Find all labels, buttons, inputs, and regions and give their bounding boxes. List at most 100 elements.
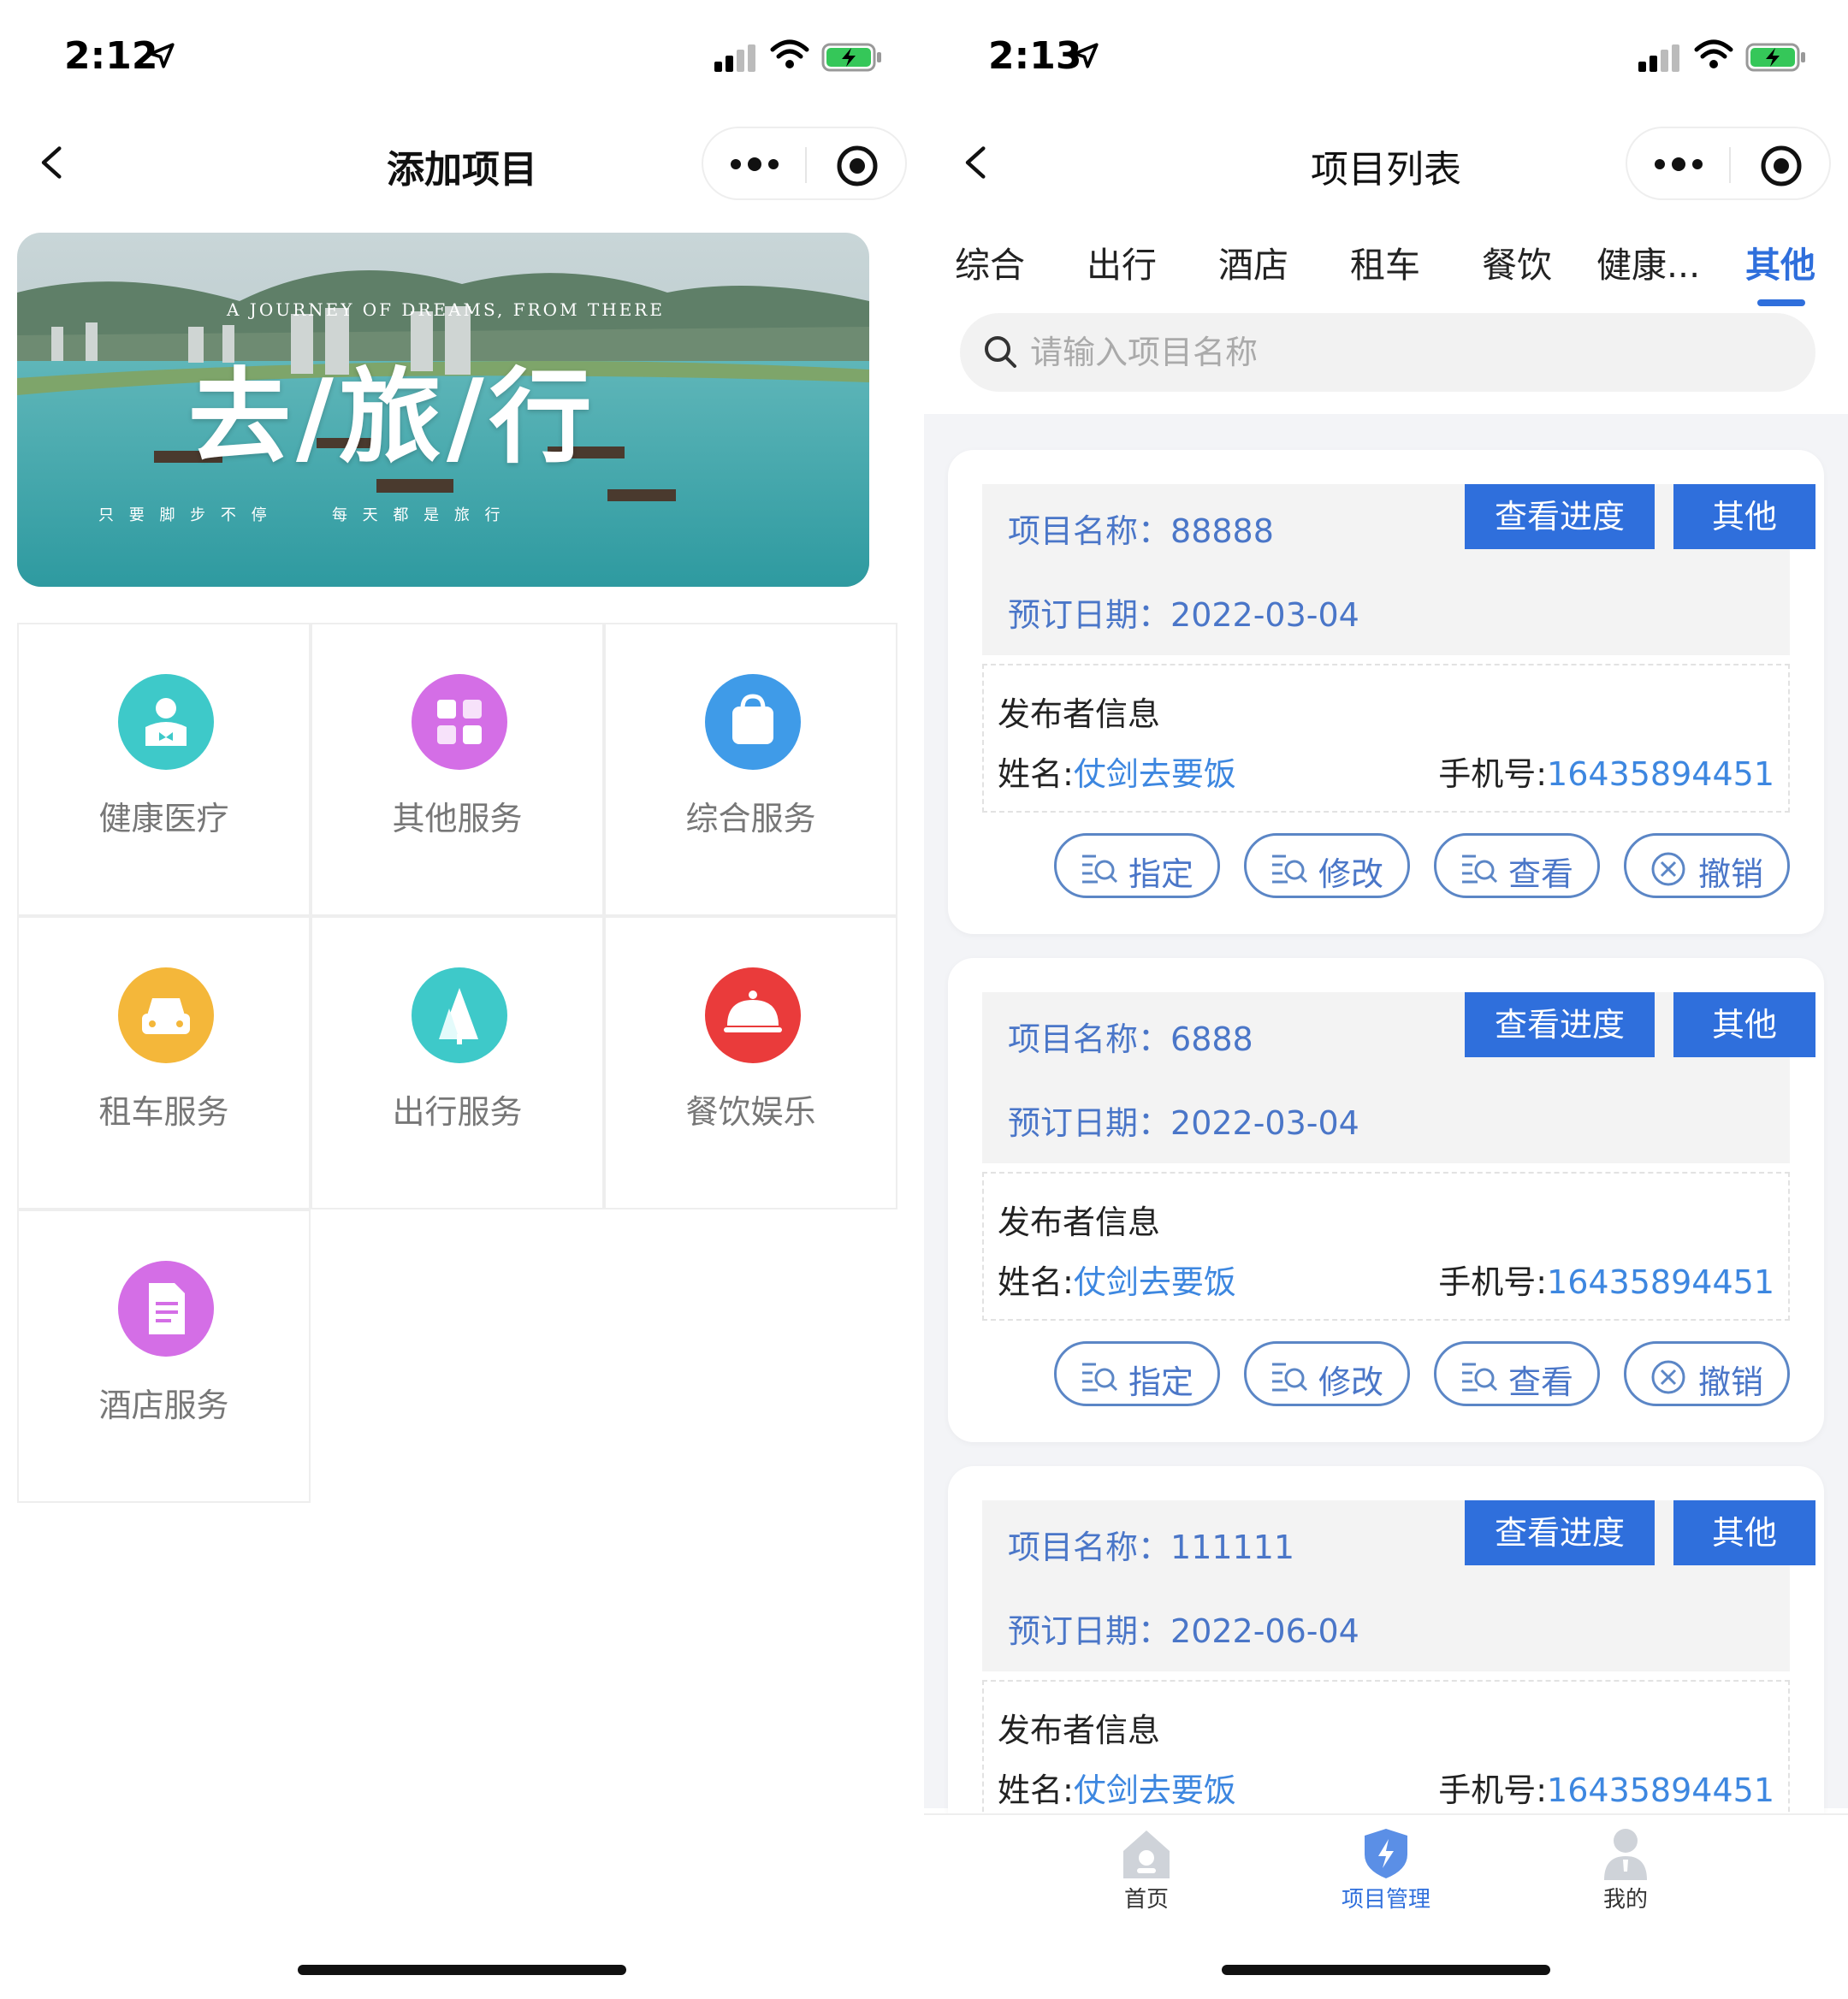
project-name-value: 111111	[1170, 1529, 1295, 1566]
edit-button[interactable]: 修改	[1244, 1341, 1410, 1406]
project-header: 项目名称：111111 预订日期：2022-06-04 查看进度 其他	[982, 1500, 1815, 1671]
other-button[interactable]: 其他	[1673, 992, 1815, 1057]
booking-date-label: 预订日期：	[1008, 1104, 1171, 1142]
tabbar-mine[interactable]: 我的	[1540, 1820, 1711, 1913]
assign-button[interactable]: 指定	[1054, 1341, 1220, 1406]
tab-hotel[interactable]: 酒店	[1218, 236, 1288, 287]
wifi-icon	[1694, 39, 1733, 68]
view-progress-button[interactable]: 查看进度	[1465, 992, 1655, 1057]
service-car-rental[interactable]: 租车服务	[17, 916, 311, 1209]
service-health[interactable]: 健康医疗	[17, 623, 311, 916]
booking-date-value: 2022-03-04	[1170, 596, 1359, 634]
project-name-value: 6888	[1170, 1020, 1253, 1058]
project-card: 项目名称：88888 预订日期：2022-03-04 查看进度 其他 发布者信息…	[948, 450, 1824, 934]
publisher-phone-label: 手机号:	[1438, 1263, 1548, 1301]
tab-general[interactable]: 综合	[955, 236, 1025, 287]
publisher-name: 姓名:仗剑去要饭	[998, 1256, 1236, 1303]
signal-icon	[714, 44, 755, 72]
home-icon	[1123, 1830, 1170, 1878]
service-dining[interactable]: 餐饮娱乐	[604, 916, 897, 1209]
service-label: 其他服务	[392, 800, 523, 837]
publisher-name: 姓名:仗剑去要饭	[998, 1764, 1236, 1811]
view-progress-button[interactable]: 查看进度	[1465, 484, 1655, 549]
travel-banner[interactable]: A JOURNEY OF DREAMS, FROM THERE 去/旅/行 只 …	[17, 233, 869, 587]
publisher-phone: 手机号:16435894451	[1438, 1764, 1774, 1811]
other-button[interactable]: 其他	[1673, 1500, 1815, 1565]
service-label: 出行服务	[392, 1093, 523, 1131]
edit-button[interactable]: 修改	[1244, 833, 1410, 898]
project-name-label: 项目名称：	[1008, 1020, 1171, 1058]
project-header: 项目名称：88888 预订日期：2022-03-04 查看进度 其他	[982, 484, 1815, 655]
active-tab-indicator	[1757, 299, 1805, 306]
project-name-label: 项目名称：	[1008, 512, 1171, 550]
booking-date: 预订日期：2022-03-04	[1008, 1097, 1359, 1144]
tab-other[interactable]: 其他	[1745, 236, 1815, 287]
publisher-info: 发布者信息 姓名:仗剑去要饭 手机号:16435894451	[982, 664, 1790, 813]
publisher-phone-label: 手机号:	[1438, 1771, 1548, 1809]
car-icon	[118, 967, 214, 1063]
grid-icon	[412, 674, 507, 770]
publisher-name-label: 姓名:	[998, 755, 1074, 793]
close-miniprogram-icon[interactable]	[1759, 144, 1804, 188]
cancel-circle-icon	[1651, 852, 1685, 886]
search-bar	[960, 313, 1815, 392]
service-general[interactable]: 综合服务	[604, 623, 897, 916]
revoke-label: 撤销	[1698, 1363, 1764, 1401]
service-travel[interactable]: 出行服务	[311, 916, 604, 1209]
booking-date-label: 预订日期：	[1008, 1612, 1171, 1650]
tab-car-rental[interactable]: 租车	[1350, 236, 1420, 287]
publisher-phone-value: 16435894451	[1547, 755, 1774, 793]
more-icon[interactable]	[729, 149, 780, 180]
project-name: 项目名称：6888	[1008, 1013, 1253, 1060]
location-arrow-icon	[149, 43, 175, 68]
card-actions: 指定 修改 查看 撤销	[948, 833, 1824, 898]
view-label: 查看	[1508, 1363, 1574, 1401]
home-indicator[interactable]	[298, 1965, 626, 1975]
card-actions: 指定 修改 查看 撤销	[948, 1341, 1824, 1406]
tab-travel[interactable]: 出行	[1087, 236, 1157, 287]
view-button[interactable]: 查看	[1434, 1341, 1600, 1406]
publisher-name-label: 姓名:	[998, 1263, 1074, 1301]
banner-headline: 去/旅/行	[188, 357, 597, 477]
project-card: 项目名称：6888 预订日期：2022-03-04 查看进度 其他 发布者信息 …	[948, 958, 1824, 1442]
document-icon	[118, 1261, 214, 1357]
project-header: 项目名称：6888 预订日期：2022-03-04 查看进度 其他	[982, 992, 1815, 1163]
search-input[interactable]	[1030, 325, 1783, 380]
view-progress-button[interactable]: 查看进度	[1465, 1500, 1655, 1565]
status-time: 2:13	[988, 34, 1082, 78]
category-tabs: 综合 出行 酒店 租车 餐饮 健康... 其他	[924, 236, 1848, 306]
wifi-icon	[770, 39, 809, 68]
dish-icon	[705, 967, 801, 1063]
status-bar: 2:13	[924, 0, 1848, 111]
list-search-icon	[1082, 855, 1118, 884]
publisher-name-value: 仗剑去要饭	[1073, 755, 1236, 793]
publisher-phone-value: 16435894451	[1547, 1263, 1774, 1301]
health-icon	[118, 674, 214, 770]
tab-health[interactable]: 健康...	[1596, 236, 1700, 287]
tabbar-project-management[interactable]: 项目管理	[1300, 1820, 1472, 1913]
assign-label: 指定	[1128, 855, 1194, 893]
publisher-name-label: 姓名:	[998, 1771, 1074, 1809]
other-button[interactable]: 其他	[1673, 484, 1815, 549]
revoke-button[interactable]: 撤销	[1624, 833, 1790, 898]
close-miniprogram-icon[interactable]	[835, 144, 880, 188]
service-other[interactable]: 其他服务	[311, 623, 604, 916]
view-button[interactable]: 查看	[1434, 833, 1600, 898]
signal-icon	[1638, 44, 1679, 72]
assign-button[interactable]: 指定	[1054, 833, 1220, 898]
publisher-name-value: 仗剑去要饭	[1073, 1263, 1236, 1301]
project-name: 项目名称：88888	[1008, 505, 1274, 552]
booking-date-value: 2022-03-04	[1170, 1104, 1359, 1142]
shield-icon	[1365, 1829, 1407, 1878]
publisher-phone: 手机号:16435894451	[1438, 1256, 1774, 1303]
publisher-title: 发布者信息	[998, 1712, 1161, 1749]
revoke-button[interactable]: 撤销	[1624, 1341, 1790, 1406]
project-list: 项目名称：88888 预订日期：2022-03-04 查看进度 其他 发布者信息…	[924, 414, 1848, 1894]
tabbar-home[interactable]: 首页	[1061, 1820, 1232, 1913]
more-icon[interactable]	[1653, 149, 1704, 180]
service-hotel[interactable]: 酒店服务	[17, 1209, 311, 1503]
edit-label: 修改	[1318, 1363, 1384, 1401]
tab-dining[interactable]: 餐饮	[1482, 236, 1552, 287]
user-icon	[1604, 1829, 1647, 1880]
home-indicator[interactable]	[1222, 1965, 1550, 1975]
